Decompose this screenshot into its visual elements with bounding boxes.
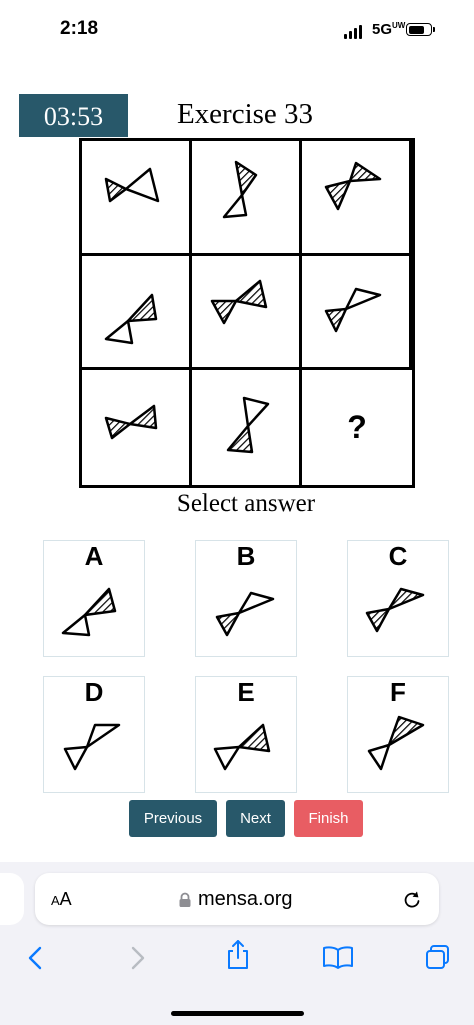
puzzle-grid: ? xyxy=(79,138,415,488)
tabs-icon[interactable] xyxy=(424,943,452,971)
reload-icon[interactable] xyxy=(401,889,423,911)
countdown-timer: 03:53 xyxy=(19,94,128,137)
text-size-button[interactable]: AA xyxy=(51,889,72,910)
missing-cell-mark: ? xyxy=(347,409,367,446)
pattern-1-icon xyxy=(104,167,159,203)
grid-cell-6 xyxy=(302,255,412,371)
previous-tab-edge[interactable] xyxy=(0,873,24,925)
grid-cell-missing: ? xyxy=(302,370,412,485)
back-icon[interactable] xyxy=(26,945,46,971)
option-e-figure-icon xyxy=(213,723,271,771)
grid-cell-8 xyxy=(192,370,302,485)
pattern-8-icon xyxy=(226,396,269,453)
next-button[interactable]: Next xyxy=(226,800,285,837)
previous-button[interactable]: Previous xyxy=(129,800,217,837)
option-d-figure-icon xyxy=(63,723,121,771)
pattern-2-icon xyxy=(222,160,257,219)
option-b-figure-icon xyxy=(215,591,275,637)
pattern-3-icon xyxy=(324,161,381,211)
battery-tip xyxy=(433,27,435,32)
answer-option-c[interactable]: C xyxy=(347,540,449,657)
finish-button[interactable]: Finish xyxy=(294,800,363,837)
pattern-7-icon xyxy=(104,404,157,439)
grid-cell-2 xyxy=(192,141,302,256)
url-text: mensa.org xyxy=(198,888,293,910)
pattern-5-icon xyxy=(210,280,267,325)
option-a-figure-icon xyxy=(61,587,117,637)
grid-cell-5 xyxy=(192,255,302,371)
answer-option-d[interactable]: D xyxy=(43,676,145,793)
option-f-figure-icon xyxy=(367,715,425,771)
lock-icon xyxy=(179,892,191,907)
status-time: 2:18 xyxy=(60,18,99,39)
exercise-title: Exercise 33 xyxy=(176,98,314,130)
bookmarks-icon[interactable] xyxy=(322,944,354,970)
share-icon[interactable] xyxy=(225,939,251,971)
grid-cell-1 xyxy=(82,141,192,256)
pattern-4-icon xyxy=(104,294,157,345)
answer-option-b[interactable]: B xyxy=(195,540,297,657)
network-label: 5GUW xyxy=(372,21,406,38)
select-answer-prompt: Select answer xyxy=(176,490,316,517)
answer-option-f[interactable]: F xyxy=(347,676,449,793)
forward-icon[interactable] xyxy=(127,945,147,971)
option-c-figure-icon xyxy=(365,587,425,633)
status-indicators: 5GUW xyxy=(344,20,444,42)
battery-icon xyxy=(406,23,432,36)
grid-cell-3 xyxy=(302,141,412,256)
answer-option-a[interactable]: A xyxy=(43,540,145,657)
home-indicator xyxy=(171,1011,304,1016)
answer-option-e[interactable]: E xyxy=(195,676,297,793)
grid-cell-4 xyxy=(82,255,192,371)
pattern-6-icon xyxy=(324,288,381,333)
grid-cell-7 xyxy=(82,370,192,485)
